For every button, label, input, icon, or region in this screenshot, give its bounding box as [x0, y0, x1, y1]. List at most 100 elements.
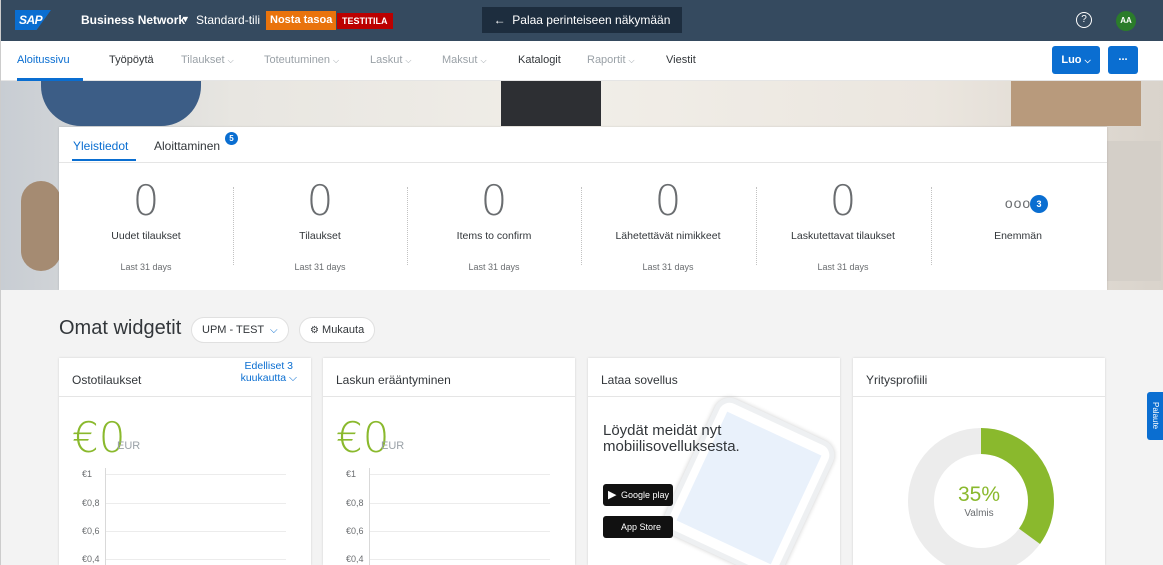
nav-item-invoices-label: Laskut [370, 54, 403, 66]
tab-badge: 5 [225, 132, 238, 145]
kpi-value: 0 [306, 176, 334, 225]
product-name[interactable]: Business Network [81, 13, 185, 27]
nav-item-messages[interactable]: Viestit [666, 54, 696, 66]
product-caret-icon[interactable]: ▼ [181, 14, 190, 24]
test-mode-badge: TESTITILA [337, 13, 393, 29]
customer-filter-dropdown[interactable]: UPM - TEST ⌵ [191, 317, 289, 343]
tab-overview[interactable]: Yleistiedot [73, 139, 128, 153]
app-store-button[interactable]: App Store [603, 516, 673, 538]
kpi-items-to-confirm[interactable]: 0 Items to confirm Last 31 days [407, 177, 581, 277]
more-badge: 3 [1030, 195, 1048, 213]
customize-button[interactable]: ⚙ Mukauta [299, 317, 376, 343]
nav-item-home[interactable]: Aloitussivu [17, 54, 70, 66]
tab-getting-started[interactable]: Aloittaminen [154, 139, 220, 153]
kpi-label: Tilaukset [299, 230, 341, 242]
chevron-down-icon: ⌵ [333, 56, 340, 65]
purchase-orders-widget: Ostotilaukset Edelliset 3 kuukautta ⌵ €0… [59, 358, 311, 565]
chevron-down-icon: ⌵ [480, 56, 487, 65]
nav-item-payments[interactable]: Maksut ⌵ [442, 54, 487, 66]
widget-title: Laskun erääntyminen [336, 373, 451, 387]
kpi-orders[interactable]: 0 Tilaukset Last 31 days [233, 177, 407, 277]
kpi-label: Laskutettavat tilaukset [791, 230, 895, 242]
more-actions-button[interactable]: ... [1108, 46, 1138, 74]
widget-header: Ostotilaukset Edelliset 3 kuukautta ⌵ [59, 358, 311, 397]
widget-title: Lataa sovellus [601, 373, 678, 387]
kpi-value: 0 [480, 176, 508, 225]
kpi-period: Last 31 days [120, 262, 172, 272]
chevron-down-icon: ⌵ [1084, 56, 1091, 65]
nav-item-workbench[interactable]: Työpöytä [109, 54, 154, 66]
grid-line [370, 559, 550, 560]
nav-item-payments-label: Maksut [442, 54, 478, 66]
grid-line [106, 474, 286, 475]
grid-line [106, 531, 286, 532]
y-tick: €1 [82, 469, 93, 479]
widget-total: €0 [72, 413, 126, 462]
banner-image-part [1101, 141, 1161, 281]
chevron-down-icon: ⌵ [270, 325, 278, 336]
kpi-label: Items to confirm [456, 230, 532, 242]
shell-bar: SAP Business Network ▼ Standard-tili Nos… [1, 0, 1163, 41]
feedback-button[interactable]: Palaute [1147, 392, 1163, 440]
nav-item-orders-label: Tilaukset [181, 54, 225, 66]
nav-item-invoices[interactable]: Laskut ⌵ [370, 54, 412, 66]
y-tick: €0,4 [346, 554, 364, 564]
widget-header: Laskun erääntyminen [323, 358, 575, 397]
back-to-classic-button[interactable]: ← Palaa perinteiseen näkymään [482, 7, 682, 33]
overview-card: Yleistiedot Aloittaminen 5 0 Uudet tilau… [59, 127, 1107, 290]
user-avatar[interactable]: AA [1116, 11, 1136, 31]
kpi-value: 0 [829, 176, 857, 225]
grid-line [106, 559, 286, 560]
grid-line [370, 531, 550, 532]
chevron-down-icon: ⌵ [628, 56, 635, 65]
invoice-aging-widget: Laskun erääntyminen €0 EUR €1 €0,8 €0,6 … [323, 358, 575, 565]
kpi-period: Last 31 days [294, 262, 346, 272]
period-selector[interactable]: Edelliset 3 kuukautta ⌵ [241, 360, 297, 384]
period-line-1: Edelliset 3 [244, 360, 293, 372]
kpi-new-orders[interactable]: 0 Uudet tilaukset Last 31 days [59, 177, 233, 277]
create-button[interactable]: Luo ⌵ [1052, 46, 1100, 74]
upgrade-button[interactable]: Nosta tasoa [266, 11, 337, 30]
nav-item-fulfillment[interactable]: Toteutuminen ⌵ [264, 54, 339, 66]
widget-currency: EUR [117, 440, 141, 452]
kpi-period: Last 31 days [642, 262, 694, 272]
kpi-period: Last 31 days [817, 262, 869, 272]
app-store-label: App Store [621, 522, 662, 532]
widget-currency: EUR [381, 440, 405, 452]
period-line-2: kuukautta [240, 372, 287, 384]
help-icon[interactable]: ? [1076, 12, 1092, 28]
grid-line [370, 474, 550, 475]
kpi-items-to-ship[interactable]: 0 Lähetettävät nimikkeet Last 31 days [581, 177, 755, 277]
account-type[interactable]: Standard-tili [196, 13, 260, 27]
kpi-orders-to-invoice[interactable]: 0 Laskutettavat tilaukset Last 31 days [756, 177, 930, 277]
tab-active-indicator [72, 159, 136, 161]
y-tick: €0,4 [82, 554, 100, 564]
widget-title: Ostotilaukset [72, 373, 142, 387]
tabs-divider [59, 162, 1107, 163]
chevron-down-icon: ⌵ [405, 56, 412, 65]
widget-total: €0 [336, 413, 390, 462]
kpi-label: Uudet tilaukset [111, 230, 181, 242]
app-root: SAP Business Network ▼ Standard-tili Nos… [0, 0, 1163, 565]
banner-image-part [1011, 81, 1141, 126]
back-to-classic-label: Palaa perinteiseen näkymään [512, 13, 671, 27]
kpi-more[interactable]: ooo Enemmän [931, 177, 1105, 277]
company-profile-widget: Yritysprofiili 35% Valmis [853, 358, 1105, 565]
download-app-widget: Lataa sovellus Löydät meidät nyt mobiili… [588, 358, 840, 565]
logo-text: SAP [19, 13, 43, 27]
kpi-value: 0 [132, 176, 160, 225]
play-icon: ▶ [608, 489, 617, 501]
nav-item-reports[interactable]: Raportit ⌵ [587, 54, 635, 66]
google-play-button[interactable]: ▶ Google play [603, 484, 673, 506]
profile-percent: 35% [957, 483, 1001, 506]
widget-header: Yritysprofiili [853, 358, 1105, 397]
widgets-title: Omat widgetit [59, 317, 182, 339]
create-button-label: Luo [1061, 54, 1082, 66]
sap-logo[interactable]: SAP [15, 10, 51, 30]
kpi-label: Lähetettävät nimikkeet [615, 230, 721, 242]
banner-image-part [501, 81, 601, 126]
nav-item-orders[interactable]: Tilaukset ⌵ [181, 54, 234, 66]
kpi-label: Enemmän [994, 230, 1042, 242]
banner-image-part [41, 81, 201, 126]
nav-item-catalogs[interactable]: Katalogit [518, 54, 561, 66]
